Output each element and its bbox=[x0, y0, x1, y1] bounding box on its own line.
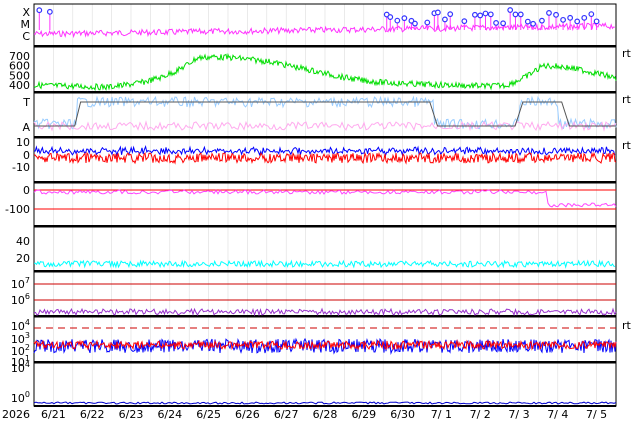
x-tick-label: 6/28 bbox=[313, 408, 338, 421]
imf-tick-label: 10 bbox=[16, 136, 30, 149]
x-tick-label: 6/27 bbox=[274, 408, 299, 421]
x-tick-label: 7/ 4 bbox=[547, 408, 568, 421]
flare-marker bbox=[512, 11, 519, 18]
right-marker: rt bbox=[622, 139, 632, 152]
imf-bt-line bbox=[33, 144, 616, 157]
flare-marker bbox=[394, 17, 401, 24]
flare-marker bbox=[493, 20, 499, 26]
x-tick-label: 7/ 5 bbox=[586, 408, 607, 421]
flare-marker bbox=[487, 11, 494, 18]
flare-marker bbox=[477, 12, 484, 19]
flare-marker bbox=[472, 11, 478, 18]
flare-marker bbox=[442, 16, 448, 23]
flare-marker bbox=[539, 17, 545, 24]
neutron-tick-label: 104 bbox=[11, 360, 30, 375]
kp-tick-label: 40 bbox=[16, 235, 30, 248]
dst-tick-label: -100 bbox=[5, 203, 30, 216]
x-tick-label: 6/22 bbox=[80, 408, 105, 421]
flare-marker bbox=[593, 18, 600, 25]
flare-marker bbox=[46, 8, 53, 15]
flare-marker bbox=[574, 18, 581, 25]
flare-marker bbox=[447, 11, 454, 18]
flare-marker bbox=[482, 10, 489, 17]
flare-marker bbox=[461, 18, 468, 25]
proton-tick-label: 106 bbox=[11, 292, 30, 307]
flare-marker bbox=[588, 11, 595, 18]
proton-tick-label: 107 bbox=[11, 276, 30, 291]
flare-marker bbox=[36, 7, 43, 14]
wind-tick-label: 700 bbox=[9, 50, 30, 63]
flare-marker bbox=[412, 20, 418, 27]
year-label: 2026 bbox=[2, 408, 30, 421]
imf-tick-label: -10 bbox=[12, 161, 30, 174]
flare-marker bbox=[546, 10, 552, 16]
kp-tick-label: 20 bbox=[16, 252, 30, 265]
flare-marker bbox=[560, 16, 566, 23]
x-tick-label: 6/24 bbox=[157, 408, 182, 421]
space-weather-chart: XMC400500600700TA100-100-100402010710610… bbox=[2, 3, 632, 421]
xray-class-label: C bbox=[22, 30, 30, 43]
right-marker: rt bbox=[622, 93, 632, 106]
flare-marker bbox=[387, 14, 394, 20]
flare-marker bbox=[567, 14, 574, 21]
x-tick-label: 6/26 bbox=[235, 408, 260, 421]
x-tick-label: 6/30 bbox=[390, 408, 415, 421]
right-marker: rt bbox=[622, 47, 632, 60]
flare-marker bbox=[507, 7, 514, 13]
x-tick-label: 6/29 bbox=[351, 408, 376, 421]
flare-marker bbox=[530, 20, 537, 27]
right-marker: rt bbox=[622, 319, 632, 332]
flare-marker bbox=[500, 20, 507, 27]
x-tick-label: 6/25 bbox=[196, 408, 221, 421]
flare-marker bbox=[517, 11, 524, 18]
x-tick-label: 6/23 bbox=[119, 408, 144, 421]
x-tick-label: 7/ 3 bbox=[508, 408, 529, 421]
sector-label: T bbox=[22, 96, 30, 109]
sector-label: A bbox=[22, 121, 30, 134]
flare-marker bbox=[434, 9, 441, 16]
dst-tick-label: 0 bbox=[23, 184, 30, 197]
flare-marker bbox=[424, 19, 431, 26]
flare-marker bbox=[553, 11, 559, 18]
flare-marker bbox=[401, 15, 408, 22]
flare-marker bbox=[524, 18, 531, 25]
flare-marker bbox=[581, 14, 588, 21]
x-tick-label: 6/21 bbox=[41, 408, 66, 421]
x-tick-label: 7/ 2 bbox=[470, 408, 491, 421]
kp-line bbox=[33, 259, 616, 269]
neutron-tick-label: 100 bbox=[11, 390, 30, 405]
x-tick-label: 7/ 1 bbox=[431, 408, 452, 421]
